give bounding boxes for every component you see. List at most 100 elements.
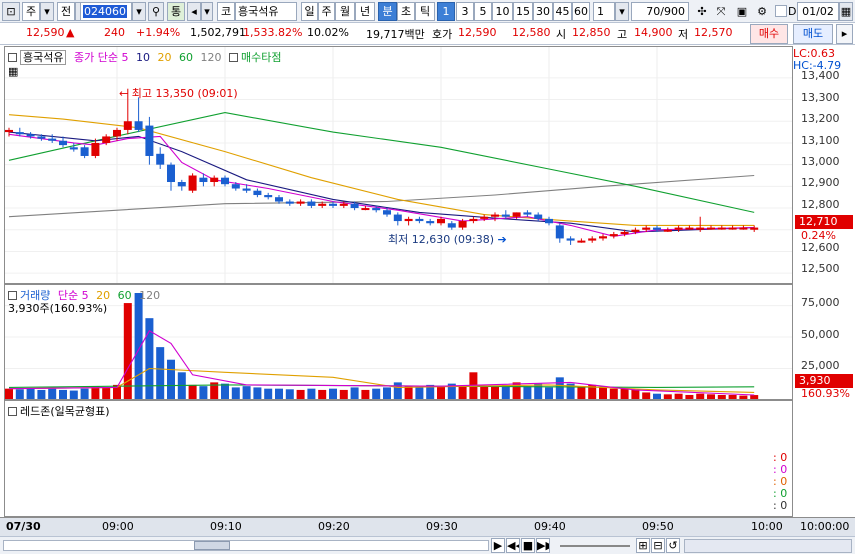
volume-bar [199, 386, 208, 399]
volume-bar [642, 392, 651, 399]
interval-15[interactable]: 15 [513, 2, 533, 21]
scroll-thumb[interactable] [194, 541, 230, 550]
interval-1[interactable]: 1 [437, 2, 455, 21]
count-display[interactable]: 70/900 [631, 2, 689, 21]
candle-body [631, 229, 640, 232]
x-label-1000: 10:00 [751, 520, 783, 533]
y-tick-12800: 12,800 [801, 198, 840, 211]
candle-body [566, 238, 575, 241]
candle-body [534, 214, 543, 219]
volume-bar [415, 387, 424, 399]
speaker-icon[interactable]: ◂ [187, 2, 201, 21]
interval-10[interactable]: 10 [492, 2, 513, 21]
date-input[interactable]: 01/02 [797, 2, 839, 21]
candle-body [458, 221, 467, 228]
vol-tick-25000: 25,000 [801, 359, 840, 372]
price-chart[interactable] [5, 47, 793, 284]
chevron-down-icon[interactable]: ▾ [201, 2, 213, 21]
ma5-line [8, 133, 755, 237]
mode-select[interactable]: 전 [57, 2, 75, 21]
low-label: 저 [678, 28, 689, 41]
draw-tool-icon[interactable]: ⤧ [712, 2, 730, 21]
redzone-panel[interactable]: 레드존(일목균형표) : 0 : 0 : 0 : 0 : 0 [4, 400, 793, 517]
interval-45[interactable]: 45 [553, 2, 572, 21]
legend-checkbox[interactable] [228, 53, 238, 62]
interval-3[interactable]: 3 [456, 2, 474, 21]
price-panel[interactable]: 흥국석유 종가 단순 5 10 20 60 120 매수타점 ▦ ← 최고 13… [4, 46, 793, 284]
redzone-value-5: : 0 [773, 499, 788, 512]
gear-icon[interactable]: ⚙ [753, 2, 771, 21]
candle-body [545, 218, 553, 224]
grid-icon[interactable]: ▦ [8, 65, 18, 78]
volume-panel[interactable]: 거래량 단순 5 20 60 120 3,930주(160.93%) [4, 284, 793, 400]
legend-checkbox[interactable] [8, 407, 17, 416]
period-tick[interactable]: 틱 [415, 2, 435, 21]
low-price: 12,570 [694, 26, 733, 39]
forward-icon[interactable]: ▶▶ [536, 538, 550, 553]
period-second[interactable]: 초 [397, 2, 415, 21]
play-icon[interactable]: ▶ [491, 538, 505, 553]
calendar-icon[interactable]: ▦ [839, 2, 853, 21]
buy-button[interactable]: 매수 [750, 24, 788, 44]
zoom-out-icon[interactable]: ⊟ [651, 538, 665, 553]
zoom-in-icon[interactable]: ⊞ [636, 538, 650, 553]
interval-5[interactable]: 5 [474, 2, 492, 21]
open-price: 12,850 [572, 26, 611, 39]
candle-body [480, 216, 489, 219]
open-label: 시 [556, 28, 567, 41]
legend-checkbox[interactable] [8, 53, 17, 62]
chevron-down-icon[interactable]: ▾ [615, 2, 629, 21]
type-select[interactable]: 주 [22, 2, 40, 21]
volume-bar [631, 389, 640, 399]
candle-body [231, 184, 240, 189]
date-checkbox[interactable] [775, 5, 787, 17]
candle-body [707, 227, 715, 230]
period-month[interactable]: 월 [335, 2, 355, 21]
range-preview[interactable] [684, 539, 852, 553]
candle-body [69, 147, 78, 150]
rewind-icon[interactable]: ◀◀ [506, 538, 520, 553]
sell-button[interactable]: 매도 [793, 24, 833, 44]
save-icon[interactable]: ▣ [733, 2, 751, 21]
period-year[interactable]: 년 [355, 2, 375, 21]
candle-body [285, 201, 294, 204]
chevron-down-icon[interactable]: ▾ [40, 2, 54, 21]
period-day[interactable]: 일 [301, 2, 318, 21]
scroll-track[interactable] [3, 540, 489, 551]
redzone-title: 레드존(일목균형표) [20, 405, 110, 418]
candle-body [674, 227, 683, 230]
legend-checkbox[interactable] [8, 291, 17, 300]
zoom-slider[interactable] [560, 545, 630, 547]
turnover-pct: 10.02% [307, 26, 349, 39]
stock-code-value: 024060 [83, 5, 127, 18]
candle-body [242, 188, 251, 191]
arrow-right-icon: ➔ [497, 233, 507, 246]
interval-60[interactable]: 60 [572, 2, 590, 21]
candle-body [361, 208, 370, 211]
chevron-down-icon[interactable]: ▾ [132, 2, 146, 21]
crosshair-icon[interactable]: ✣ [693, 2, 711, 21]
search-icon[interactable]: ⚲ [148, 2, 164, 21]
volume-bar [372, 388, 381, 399]
volume-bar [253, 387, 262, 399]
reset-zoom-icon[interactable]: ↺ [666, 538, 680, 553]
y-tick-13400: 13,400 [801, 69, 840, 82]
y-tick-12900: 12,900 [801, 176, 840, 189]
stock-name-field[interactable]: 흥국석유 [235, 2, 297, 21]
tong-button[interactable]: 통 [167, 2, 185, 21]
candle-body [329, 203, 337, 206]
candle-body [188, 175, 197, 191]
volume-bar [188, 384, 197, 399]
interval-30[interactable]: 30 [533, 2, 553, 21]
expand-icon[interactable]: ▸ [836, 24, 853, 44]
stop-icon[interactable]: ■ [521, 538, 535, 553]
volume-bar [577, 386, 586, 399]
chart-settings-icon[interactable]: ⊡ [2, 2, 20, 21]
stock-code-input[interactable]: 024060 [80, 2, 132, 21]
ma60-line [8, 112, 755, 213]
period-minute[interactable]: 분 [378, 2, 397, 21]
volume-bar [231, 387, 240, 399]
scroll-bar[interactable]: ▶ ◀◀ ■ ▶▶ ⊞ ⊟ ↺ [0, 536, 855, 554]
period-week[interactable]: 주 [318, 2, 335, 21]
count-select[interactable]: 1 [593, 2, 615, 21]
